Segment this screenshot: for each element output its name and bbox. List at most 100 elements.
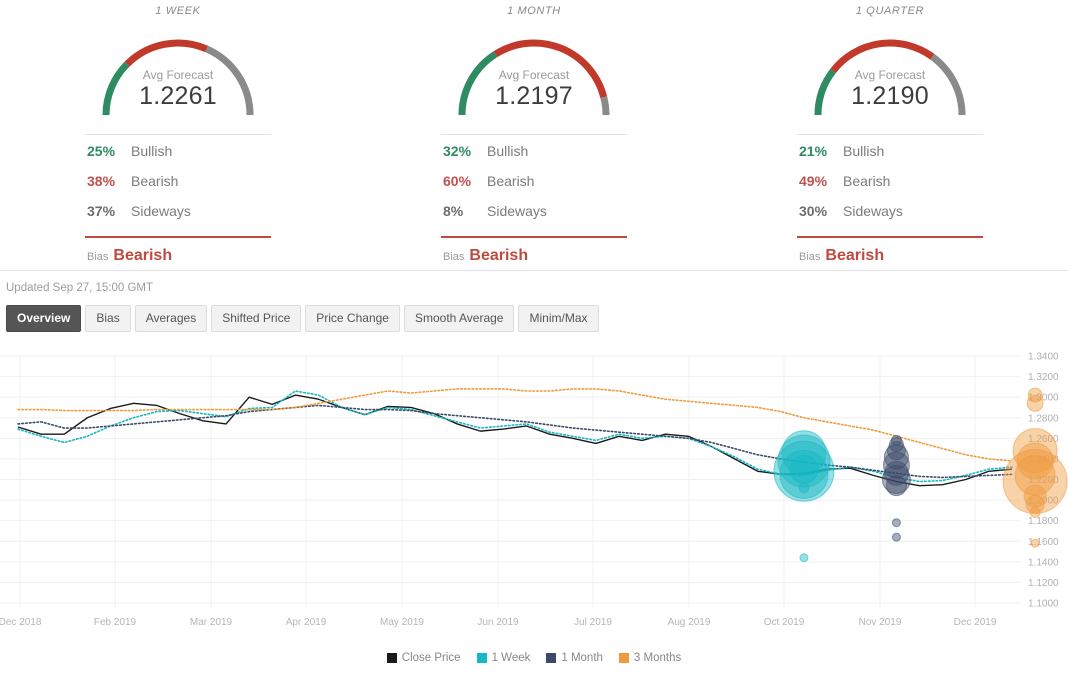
gauge-arc-bearish bbox=[493, 39, 608, 98]
legend-label: 1 Month bbox=[561, 652, 603, 664]
updated-timestamp: Updated Sep 27, 15:00 GMT bbox=[6, 282, 154, 294]
sentiment-label: Bullish bbox=[843, 143, 885, 159]
x-axis-tick-label: Jul 2019 bbox=[574, 617, 612, 628]
tab-overview[interactable]: Overview bbox=[6, 305, 82, 332]
forecast-bubble[interactable] bbox=[1030, 538, 1040, 548]
sentiment-label: Sideways bbox=[487, 203, 547, 219]
bias-label: Bias bbox=[443, 251, 465, 263]
bias-label: Bias bbox=[799, 251, 821, 263]
y-axis-tick-label: 1.2800 bbox=[1028, 413, 1059, 424]
y-axis-tick-label: 1.1200 bbox=[1028, 578, 1059, 589]
sentiment-percent: 38% bbox=[87, 173, 116, 189]
sentiment-percent: 37% bbox=[87, 203, 116, 219]
forecast-panels: 1 WEEK Avg Forecast 1.2261 25% Bullish 38% Bea… bbox=[0, 0, 1068, 270]
legend-swatch-icon bbox=[546, 653, 557, 663]
forecast-bubble[interactable] bbox=[1026, 394, 1044, 412]
forecast-panel: 1 QUARTER Avg Forecast 1.2190 21% Bullish 49%… bbox=[712, 2, 1068, 270]
legend-swatch-icon bbox=[618, 653, 629, 663]
bias-row: Bias Bearish bbox=[441, 238, 627, 265]
tab-bias[interactable]: Bias bbox=[85, 305, 131, 332]
series-line-3-months bbox=[17, 388, 1013, 462]
legend-label: 3 Months bbox=[633, 652, 682, 664]
tab-smooth-average[interactable]: Smooth Average bbox=[403, 305, 515, 332]
legend-swatch-icon bbox=[386, 653, 397, 663]
sentiment-stats: 21% Bullish 49% Bearish 30% Sideways bbox=[797, 135, 983, 233]
legend-swatch-icon bbox=[476, 653, 487, 663]
tab-shifted-price[interactable]: Shifted Price bbox=[211, 305, 302, 332]
tab-averages[interactable]: Averages bbox=[134, 305, 208, 332]
tab-price-change[interactable]: Price Change bbox=[305, 305, 400, 332]
y-axis-tick-label: 1.3400 bbox=[1028, 352, 1059, 363]
sentiment-row: 30% Sideways bbox=[797, 203, 983, 233]
forecast-panel: 1 MONTH Avg Forecast 1.2197 32% Bullish 60% Be… bbox=[356, 2, 712, 270]
sentiment-label: Bearish bbox=[487, 173, 535, 189]
sentiment-percent: 25% bbox=[87, 143, 116, 159]
forecast-bubble[interactable] bbox=[799, 553, 809, 563]
x-axis-tick-label: Dec 2018 bbox=[0, 617, 42, 628]
legend-item[interactable]: 1 Week bbox=[476, 652, 531, 664]
series-line-close-price bbox=[17, 394, 1013, 487]
forecast-bubble[interactable] bbox=[891, 532, 901, 542]
sentiment-label: Sideways bbox=[131, 203, 191, 219]
chart-canvas: 1.34001.32001.30001.28001.26001.24001.22… bbox=[0, 352, 1068, 628]
legend-item[interactable]: Close Price bbox=[386, 652, 461, 664]
series-line-1-month bbox=[17, 404, 1013, 479]
x-axis-tick-label: May 2019 bbox=[380, 617, 424, 628]
panel-title: 1 QUARTER bbox=[855, 5, 925, 17]
sentiment-row: 8% Sideways bbox=[441, 203, 627, 233]
sentiment-row: 25% Bullish bbox=[85, 143, 271, 173]
forecast-bubble[interactable] bbox=[1029, 506, 1041, 518]
x-axis-tick-label: Feb 2019 bbox=[94, 617, 137, 628]
x-axis-tick-label: Mar 2019 bbox=[190, 617, 233, 628]
sentiment-percent: 32% bbox=[443, 143, 472, 159]
sentiment-label: Bearish bbox=[843, 173, 891, 189]
y-axis-tick-label: 1.1400 bbox=[1028, 557, 1059, 568]
panel-title: 1 MONTH bbox=[507, 5, 561, 17]
panel-title: 1 WEEK bbox=[155, 5, 201, 17]
forecast-panel: 1 WEEK Avg Forecast 1.2261 25% Bullish 38% Bea… bbox=[0, 2, 356, 270]
x-axis-tick-label: Oct 2019 bbox=[764, 617, 805, 628]
forecast-bubble[interactable] bbox=[789, 454, 819, 484]
y-axis-tick-label: 1.1000 bbox=[1028, 599, 1059, 610]
y-axis-tick-label: 1.3200 bbox=[1028, 372, 1059, 383]
gauge-arc-bullish bbox=[458, 51, 498, 116]
sentiment-stats: 32% Bullish 60% Bearish 8% Sideways bbox=[441, 135, 627, 233]
sentiment-percent: 8% bbox=[443, 203, 464, 219]
gauge-arc-sideways bbox=[205, 45, 254, 116]
sentiment-label: Sideways bbox=[843, 203, 903, 219]
bias-label: Bias bbox=[87, 251, 109, 263]
legend-label: 1 Week bbox=[491, 652, 531, 664]
gauge-arc-bearish bbox=[124, 39, 208, 67]
x-axis-tick-label: Nov 2019 bbox=[859, 617, 902, 628]
x-axis-tick-label: Aug 2019 bbox=[668, 617, 711, 628]
chart-tab-bar: Overview Bias Averages Shifted Price Price C… bbox=[0, 305, 1068, 340]
legend-label: Close Price bbox=[401, 652, 461, 664]
sentiment-stats: 25% Bullish 38% Bearish 37% Sideways bbox=[85, 135, 271, 233]
x-axis-tick-label: Apr 2019 bbox=[286, 617, 327, 628]
legend-item[interactable]: 1 Month bbox=[546, 652, 603, 664]
legend-item[interactable]: 3 Months bbox=[618, 652, 682, 664]
gauge-arc-sideways bbox=[930, 53, 966, 116]
sentiment-label: Bullish bbox=[131, 143, 173, 159]
bias-row: Bias Bearish bbox=[85, 238, 271, 265]
gauge-arc-bullish bbox=[814, 68, 836, 116]
chart-legend: Close Price 1 Week 1 Month 3 Months bbox=[0, 649, 1068, 667]
sentiment-percent: 21% bbox=[799, 143, 828, 159]
gauge-arc-bullish bbox=[102, 61, 130, 116]
sentiment-row: 38% Bearish bbox=[85, 173, 271, 203]
forecast-bubble[interactable] bbox=[891, 518, 901, 528]
x-axis-tick-label: Jun 2019 bbox=[477, 617, 519, 628]
x-axis-tick-label: Dec 2019 bbox=[954, 617, 997, 628]
bias-value: Bearish bbox=[469, 247, 529, 264]
y-axis-tick-label: 1.1800 bbox=[1028, 516, 1059, 527]
forecast-bubble[interactable] bbox=[885, 475, 907, 497]
tab-minim-max[interactable]: Minim/Max bbox=[518, 305, 599, 332]
sentiment-row: 37% Sideways bbox=[85, 203, 271, 233]
sentiment-label: Bullish bbox=[487, 143, 529, 159]
sentiment-label: Bearish bbox=[131, 173, 179, 189]
forecast-bubble[interactable] bbox=[798, 482, 810, 494]
sentiment-percent: 49% bbox=[799, 173, 828, 189]
bias-value: Bearish bbox=[113, 247, 173, 264]
sentiment-row: 49% Bearish bbox=[797, 173, 983, 203]
sentiment-row: 32% Bullish bbox=[441, 143, 627, 173]
